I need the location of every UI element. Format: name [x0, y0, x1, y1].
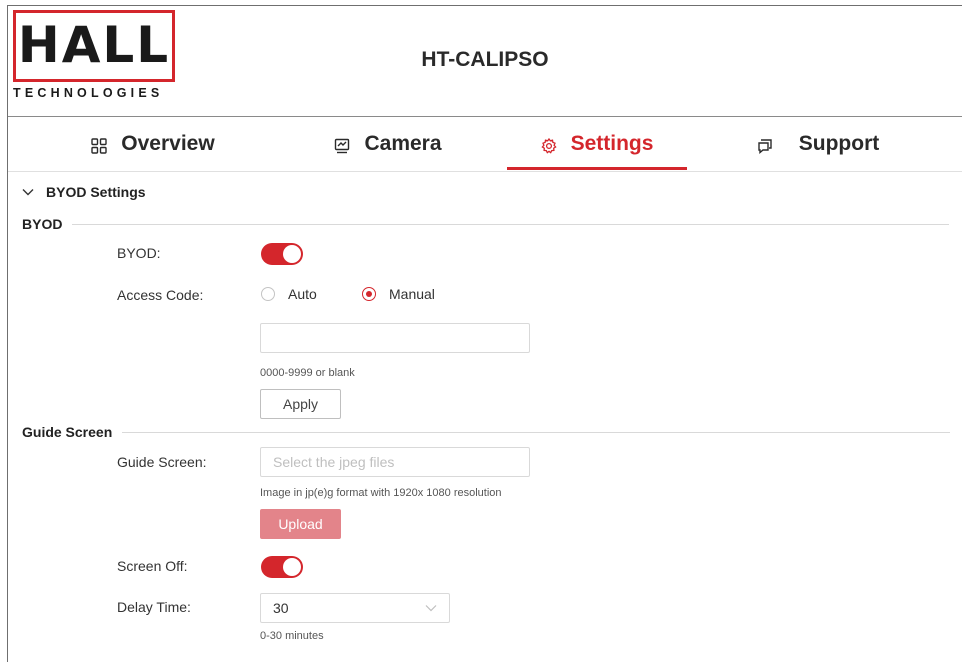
grid-icon	[91, 136, 107, 154]
device-title: HT-CALIPSO	[421, 48, 549, 71]
delay-time-select[interactable]: 30	[260, 593, 450, 623]
toggle-knob	[283, 245, 301, 263]
section-divider	[72, 223, 950, 225]
upload-button[interactable]: Upload	[260, 509, 341, 539]
guide-file-input[interactable]	[260, 447, 530, 477]
gear-icon	[540, 136, 557, 154]
tab-label: Camera	[364, 131, 442, 155]
tab-settings[interactable]: Settings	[507, 117, 687, 170]
section-title: Guide Screen	[22, 424, 113, 440]
tab-camera[interactable]: Camera	[298, 117, 478, 170]
section-title: BYOD	[22, 216, 63, 232]
delay-time-hint: 0-30 minutes	[260, 630, 324, 642]
logo-subtitle: TECHNOLOGIES	[13, 86, 164, 100]
select-value: 30	[273, 600, 289, 616]
toggle-knob	[283, 558, 301, 576]
tab-label: Settings	[570, 131, 654, 155]
guide-section-header: Guide Screen	[22, 424, 951, 440]
main-tabs: Overview Camera Settings Support	[8, 117, 962, 172]
radio-label: Manual	[389, 286, 435, 302]
access-code-auto-radio[interactable]: Auto	[261, 286, 317, 302]
delay-time-label: Delay Time:	[117, 599, 191, 615]
tab-label: Overview	[121, 131, 215, 155]
radio-circle	[261, 287, 275, 301]
tab-overview[interactable]: Overview	[58, 117, 248, 170]
chat-icon	[757, 136, 773, 154]
screen-off-label: Screen Off:	[117, 558, 188, 574]
tab-label: Support	[798, 131, 880, 155]
access-code-label: Access Code:	[117, 287, 204, 303]
apply-button[interactable]: Apply	[260, 389, 341, 419]
access-code-hint: 0000-9999 or blank	[260, 367, 355, 379]
section-divider	[122, 431, 951, 433]
byod-section-header: BYOD	[22, 216, 950, 232]
tab-support[interactable]: Support	[728, 117, 908, 170]
page-header: HALL TECHNOLOGIES HT-CALIPSO	[8, 6, 962, 117]
radio-circle	[362, 287, 376, 301]
byod-label: BYOD:	[117, 245, 161, 261]
camera-monitor-icon	[334, 136, 350, 153]
guide-screen-label: Guide Screen:	[117, 454, 207, 470]
guide-file-hint: Image in jp(e)g format with 1920x 1080 r…	[260, 487, 502, 499]
byod-settings-panel-header[interactable]: BYOD Settings	[22, 180, 146, 204]
screen-off-toggle[interactable]	[261, 556, 303, 578]
byod-toggle[interactable]	[261, 243, 303, 265]
access-code-manual-radio[interactable]: Manual	[362, 286, 435, 302]
panel-title: BYOD Settings	[46, 184, 146, 200]
radio-label: Auto	[288, 286, 317, 302]
chevron-down-icon	[425, 605, 437, 612]
access-code-input[interactable]	[260, 323, 530, 353]
chevron-down-icon	[22, 189, 34, 196]
